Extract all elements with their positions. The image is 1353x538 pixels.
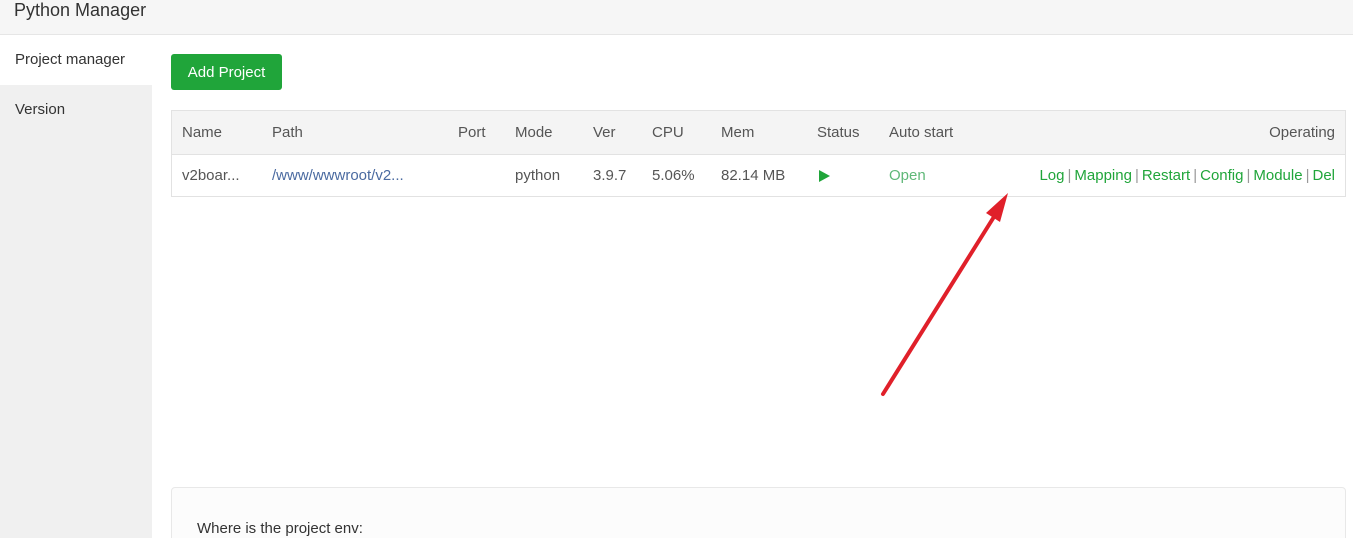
main-panel: Add Project Name Path Port Mode Ver CPU … [152, 35, 1353, 538]
log-link[interactable]: Log [1039, 167, 1064, 184]
autostart-toggle[interactable]: Open [889, 167, 926, 184]
separator: | [1193, 166, 1198, 184]
separator: | [1134, 166, 1139, 184]
separator: | [1305, 166, 1310, 184]
cell-ver: 3.9.7 [593, 166, 627, 184]
col-header-port: Port [448, 111, 505, 155]
sidebar-item-project-manager[interactable]: Project manager [0, 35, 152, 85]
cell-mode: python [515, 166, 561, 184]
cell-autostart: Open [879, 154, 981, 196]
config-link[interactable]: Config [1200, 167, 1243, 184]
cell-cpu: 5.06% [652, 166, 695, 184]
project-table: Name Path Port Mode Ver CPU Mem Status A… [171, 110, 1346, 197]
cell-port [448, 154, 505, 196]
del-link[interactable]: Del [1312, 167, 1335, 184]
cell-name: v2boar... [182, 166, 240, 184]
path-link[interactable]: /www/wwwroot/v2... [272, 167, 404, 184]
title-bar: Python Manager [0, 0, 1353, 35]
cell-path: /www/wwwroot/v2... [262, 154, 448, 196]
col-header-operating: Operating [981, 111, 1345, 155]
col-header-mem: Mem [711, 111, 807, 155]
restart-link[interactable]: Restart [1142, 167, 1190, 184]
table-row: v2boar... /www/wwwroot/v2... python 3.9.… [172, 154, 1345, 196]
col-header-autostart: Auto start [879, 111, 981, 155]
sidebar-item-version[interactable]: Version [0, 85, 152, 135]
cell-status [807, 154, 879, 196]
add-project-button[interactable]: Add Project [171, 54, 282, 90]
play-icon[interactable] [819, 169, 830, 182]
separator: | [1067, 166, 1072, 184]
mapping-link[interactable]: Mapping [1074, 167, 1132, 184]
cell-mem: 82.14 MB [721, 166, 786, 184]
col-header-cpu: CPU [642, 111, 711, 155]
col-header-ver: Ver [583, 111, 642, 155]
env-info-text: Where is the project env: [197, 520, 363, 537]
col-header-path: Path [262, 111, 448, 155]
col-header-status: Status [807, 111, 879, 155]
env-info-box: Where is the project env: [171, 487, 1346, 538]
table-header-row: Name Path Port Mode Ver CPU Mem Status A… [172, 111, 1345, 155]
col-header-name: Name [172, 111, 262, 155]
sidebar: Project manager Version [0, 35, 152, 538]
module-link[interactable]: Module [1253, 167, 1302, 184]
separator: | [1246, 166, 1251, 184]
col-header-mode: Mode [505, 111, 583, 155]
cell-operating: Log | Mapping | Restart | Config | Module | Del [981, 154, 1345, 196]
window-title: Python Manager [14, 0, 147, 20]
